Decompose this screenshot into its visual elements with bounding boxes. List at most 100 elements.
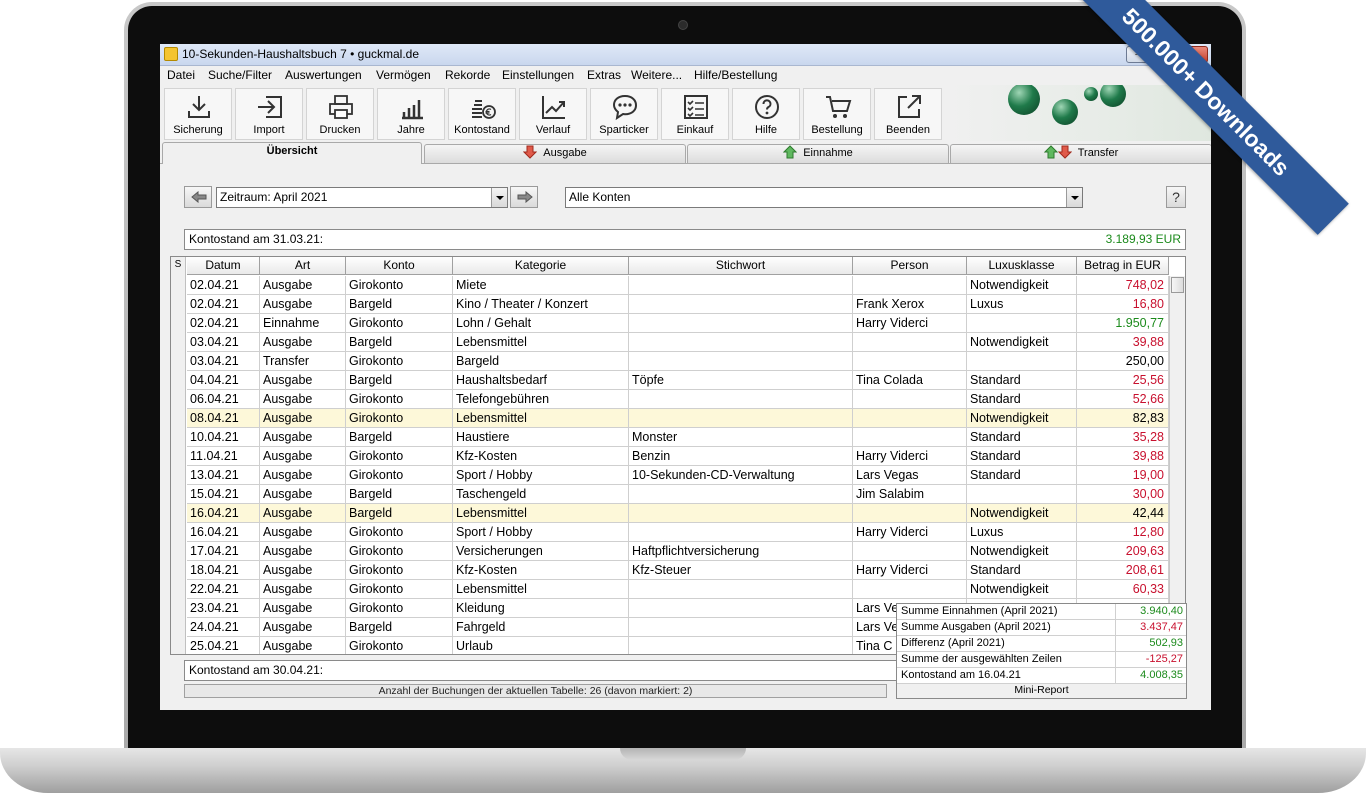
- table-row[interactable]: 10.04.21 Ausgabe Bargeld Haustiere Monster St…: [187, 428, 1169, 447]
- cell-konto: Girokonto: [346, 409, 453, 428]
- cell-stichwort: [629, 390, 853, 409]
- table-row[interactable]: 06.04.21 Ausgabe Girokonto Telefongebühren S…: [187, 390, 1169, 409]
- cell-konto: Girokonto: [346, 599, 453, 618]
- table-row[interactable]: 02.04.21 Ausgabe Girokonto Miete Notwendigke…: [187, 276, 1169, 295]
- cell-luxusklasse: Standard: [967, 371, 1077, 390]
- menu-auswertungen[interactable]: Auswertungen: [285, 68, 362, 82]
- menu-datei[interactable]: Datei: [167, 68, 195, 82]
- menu-hilfe-bestellung[interactable]: Hilfe/Bestellung: [694, 68, 777, 82]
- cell-betrag: 42,44: [1077, 504, 1169, 523]
- cell-konto: Bargeld: [346, 504, 453, 523]
- cell-datum: 06.04.21: [187, 390, 260, 409]
- cell-luxusklasse: Standard: [967, 428, 1077, 447]
- menu-weitere[interactable]: Weitere...: [631, 68, 682, 82]
- hilfe-button[interactable]: Hilfe: [732, 88, 800, 140]
- arrow-down-red-icon: [523, 145, 538, 159]
- tab-ausgabe[interactable]: Ausgabe: [424, 144, 686, 163]
- column-header-stichwort[interactable]: Stichwort: [629, 257, 853, 275]
- column-header-person[interactable]: Person: [853, 257, 967, 275]
- vertical-scrollbar[interactable]: [1169, 276, 1185, 654]
- cell-kategorie: Lebensmittel: [453, 580, 629, 599]
- menu-einstellungen[interactable]: Einstellungen: [502, 68, 574, 82]
- table-row[interactable]: 03.04.21 Ausgabe Bargeld Lebensmittel Notwen…: [187, 333, 1169, 352]
- column-header-datum[interactable]: Datum: [187, 257, 260, 275]
- cell-person: Harry Viderci: [853, 523, 967, 542]
- cell-datum: 11.04.21: [187, 447, 260, 466]
- row-selector-header[interactable]: S: [171, 257, 186, 654]
- cell-kategorie: Haushaltsbedarf: [453, 371, 629, 390]
- jahre-button[interactable]: Jahre: [377, 88, 445, 140]
- beenden-button[interactable]: Beenden: [874, 88, 942, 140]
- einkauf-button[interactable]: Einkauf: [661, 88, 729, 140]
- table-row[interactable]: 16.04.21 Ausgabe Bargeld Lebensmittel Notwen…: [187, 504, 1169, 523]
- verlauf-button[interactable]: Verlauf: [519, 88, 587, 140]
- table-row[interactable]: 13.04.21 Ausgabe Girokonto Sport / Hobby 10-…: [187, 466, 1169, 485]
- kontostand-button[interactable]: Kontostand: [448, 88, 516, 140]
- cell-betrag: 16,80: [1077, 295, 1169, 314]
- cell-art: Einnahme: [260, 314, 346, 333]
- period-select[interactable]: Zeitraum: April 2021: [216, 187, 508, 208]
- sicherung-button[interactable]: Sicherung: [164, 88, 232, 140]
- cell-konto: Girokonto: [346, 352, 453, 371]
- table-row[interactable]: 17.04.21 Ausgabe Girokonto Versicherungen Ha…: [187, 542, 1169, 561]
- cell-kategorie: Lebensmittel: [453, 504, 629, 523]
- menu-vermoegen[interactable]: Vermögen: [376, 68, 431, 82]
- mini-report-value: -125,27: [1115, 652, 1186, 668]
- download-tray-icon: [188, 96, 210, 118]
- cell-kategorie: Kfz-Kosten: [453, 561, 629, 580]
- chevron-down-icon[interactable]: [491, 188, 507, 207]
- cell-kategorie: Lebensmittel: [453, 409, 629, 428]
- menu-extras[interactable]: Extras: [587, 68, 621, 82]
- cell-konto: Girokonto: [346, 542, 453, 561]
- cell-kategorie: Versicherungen: [453, 542, 629, 561]
- cell-kategorie: Kfz-Kosten: [453, 447, 629, 466]
- import-button[interactable]: Import: [235, 88, 303, 140]
- cell-person: [853, 409, 967, 428]
- column-header-konto[interactable]: Konto: [346, 257, 453, 275]
- cell-betrag: 39,88: [1077, 447, 1169, 466]
- scrollbar-thumb[interactable]: [1171, 277, 1184, 293]
- table-row[interactable]: 03.04.21 Transfer Girokonto Bargeld 250,00: [187, 352, 1169, 371]
- cell-konto: Bargeld: [346, 295, 453, 314]
- mini-report-caption[interactable]: Mini-Report: [897, 684, 1186, 698]
- cell-stichwort: Monster: [629, 428, 853, 447]
- table-row[interactable]: 15.04.21 Ausgabe Bargeld Taschengeld Jim Sal…: [187, 485, 1169, 504]
- cell-kategorie: Fahrgeld: [453, 618, 629, 637]
- period-forward-button[interactable]: [510, 186, 538, 208]
- bestellung-button[interactable]: Bestellung: [803, 88, 871, 140]
- laptop-notch: [620, 748, 746, 760]
- table-row[interactable]: 08.04.21 Ausgabe Girokonto Lebensmittel Notw…: [187, 409, 1169, 428]
- tool-label: Sicherung: [173, 124, 223, 136]
- period-back-button[interactable]: [184, 186, 212, 208]
- table-row[interactable]: 02.04.21 Einnahme Girokonto Lohn / Gehalt Ha…: [187, 314, 1169, 333]
- tab-einnahme[interactable]: Einnahme: [687, 144, 949, 163]
- cell-kategorie: Kino / Theater / Konzert: [453, 295, 629, 314]
- menu-rekorde[interactable]: Rekorde: [445, 68, 490, 82]
- account-select[interactable]: Alle Konten: [565, 187, 1083, 208]
- import-arrow-icon: [258, 96, 282, 118]
- menu-suche-filter[interactable]: Suche/Filter: [208, 68, 272, 82]
- column-header-art[interactable]: Art: [260, 257, 346, 275]
- table-row[interactable]: 18.04.21 Ausgabe Girokonto Kfz-Kosten Kfz-St…: [187, 561, 1169, 580]
- cell-betrag: 52,66: [1077, 390, 1169, 409]
- table-row[interactable]: 02.04.21 Ausgabe Bargeld Kino / Theater / K…: [187, 295, 1169, 314]
- column-header-kategorie[interactable]: Kategorie: [453, 257, 629, 275]
- table-row[interactable]: 16.04.21 Ausgabe Girokonto Sport / Hobby Har…: [187, 523, 1169, 542]
- line-chart-icon: [542, 96, 565, 119]
- cell-art: Ausgabe: [260, 580, 346, 599]
- transactions-table: S Datum Art Konto Kategorie Stichwort Pe…: [170, 256, 1186, 655]
- cell-betrag: 1.950,77: [1077, 314, 1169, 333]
- tab-label: Übersicht: [266, 145, 318, 157]
- cell-art: Ausgabe: [260, 276, 346, 295]
- cell-datum: 03.04.21: [187, 352, 260, 371]
- cell-art: Ausgabe: [260, 485, 346, 504]
- drucken-button[interactable]: Drucken: [306, 88, 374, 140]
- table-row[interactable]: 11.04.21 Ausgabe Girokonto Kfz-Kosten Benzin…: [187, 447, 1169, 466]
- table-row[interactable]: 22.04.21 Ausgabe Girokonto Lebensmittel Notw…: [187, 580, 1169, 599]
- table-row[interactable]: 04.04.21 Ausgabe Bargeld Haushaltsbedarf Töp…: [187, 371, 1169, 390]
- sparticker-button[interactable]: Sparticker: [590, 88, 658, 140]
- cell-konto: Girokonto: [346, 466, 453, 485]
- tab-uebersicht[interactable]: Übersicht: [162, 142, 422, 164]
- cell-stichwort: [629, 580, 853, 599]
- cell-betrag: 208,61: [1077, 561, 1169, 580]
